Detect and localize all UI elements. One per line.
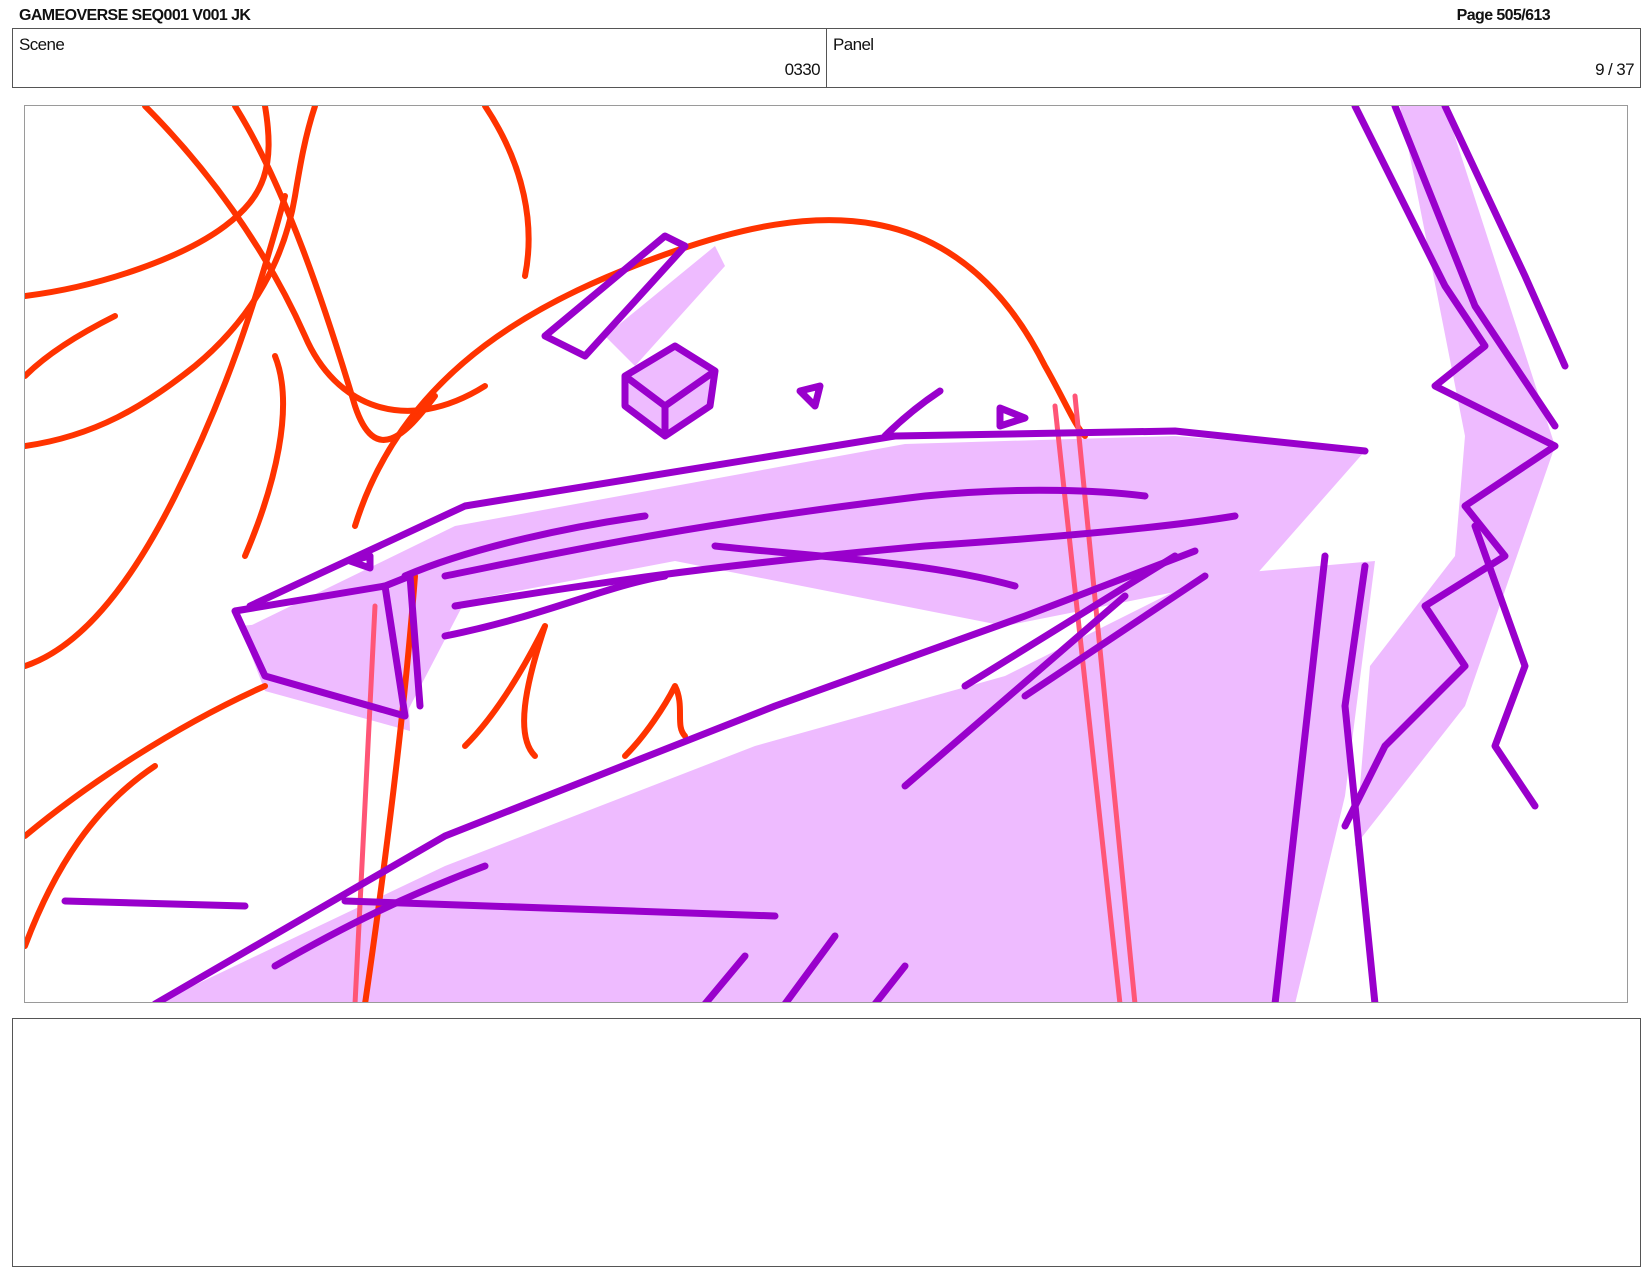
scene-label: Scene	[19, 35, 65, 54]
sketch-purple-eye-3	[346, 552, 374, 572]
sketch-fill-right	[1355, 106, 1555, 846]
scene-cell: Scene 0330	[13, 29, 826, 87]
panel-cell: Panel 9 / 37	[826, 29, 1640, 87]
notes-box	[12, 1018, 1641, 1267]
sketch-drawing	[25, 106, 1569, 1002]
sketch-red-small	[242, 353, 287, 559]
sketch-red-swirl-6	[482, 106, 532, 279]
storyboard-frame	[24, 105, 1628, 1003]
page-number: Page 505/613	[1456, 7, 1551, 24]
sketch-red-swirl-3	[25, 193, 288, 669]
document-title: GAMEOVERSE SEQ001 V001 JK	[19, 7, 251, 24]
scene-panel-info: Scene 0330 Panel 9 / 37	[12, 28, 1641, 88]
panel-value: 9 / 37	[1595, 60, 1635, 79]
sketch-red-lower	[25, 683, 268, 839]
sketch-red-lower-2	[25, 763, 158, 949]
sketch-purple-eye-2	[996, 404, 1029, 430]
sketch-red-tail	[462, 623, 548, 759]
sketch-purple-low-1	[61, 897, 249, 910]
sketch-red-loop	[25, 313, 118, 379]
panel-label: Panel	[833, 35, 874, 54]
sketch-purple-eye-1	[796, 382, 824, 410]
sketch-purple-mouth	[881, 387, 944, 440]
scene-value: 0330	[784, 60, 821, 79]
sketch-red-swirl-1	[25, 106, 272, 299]
